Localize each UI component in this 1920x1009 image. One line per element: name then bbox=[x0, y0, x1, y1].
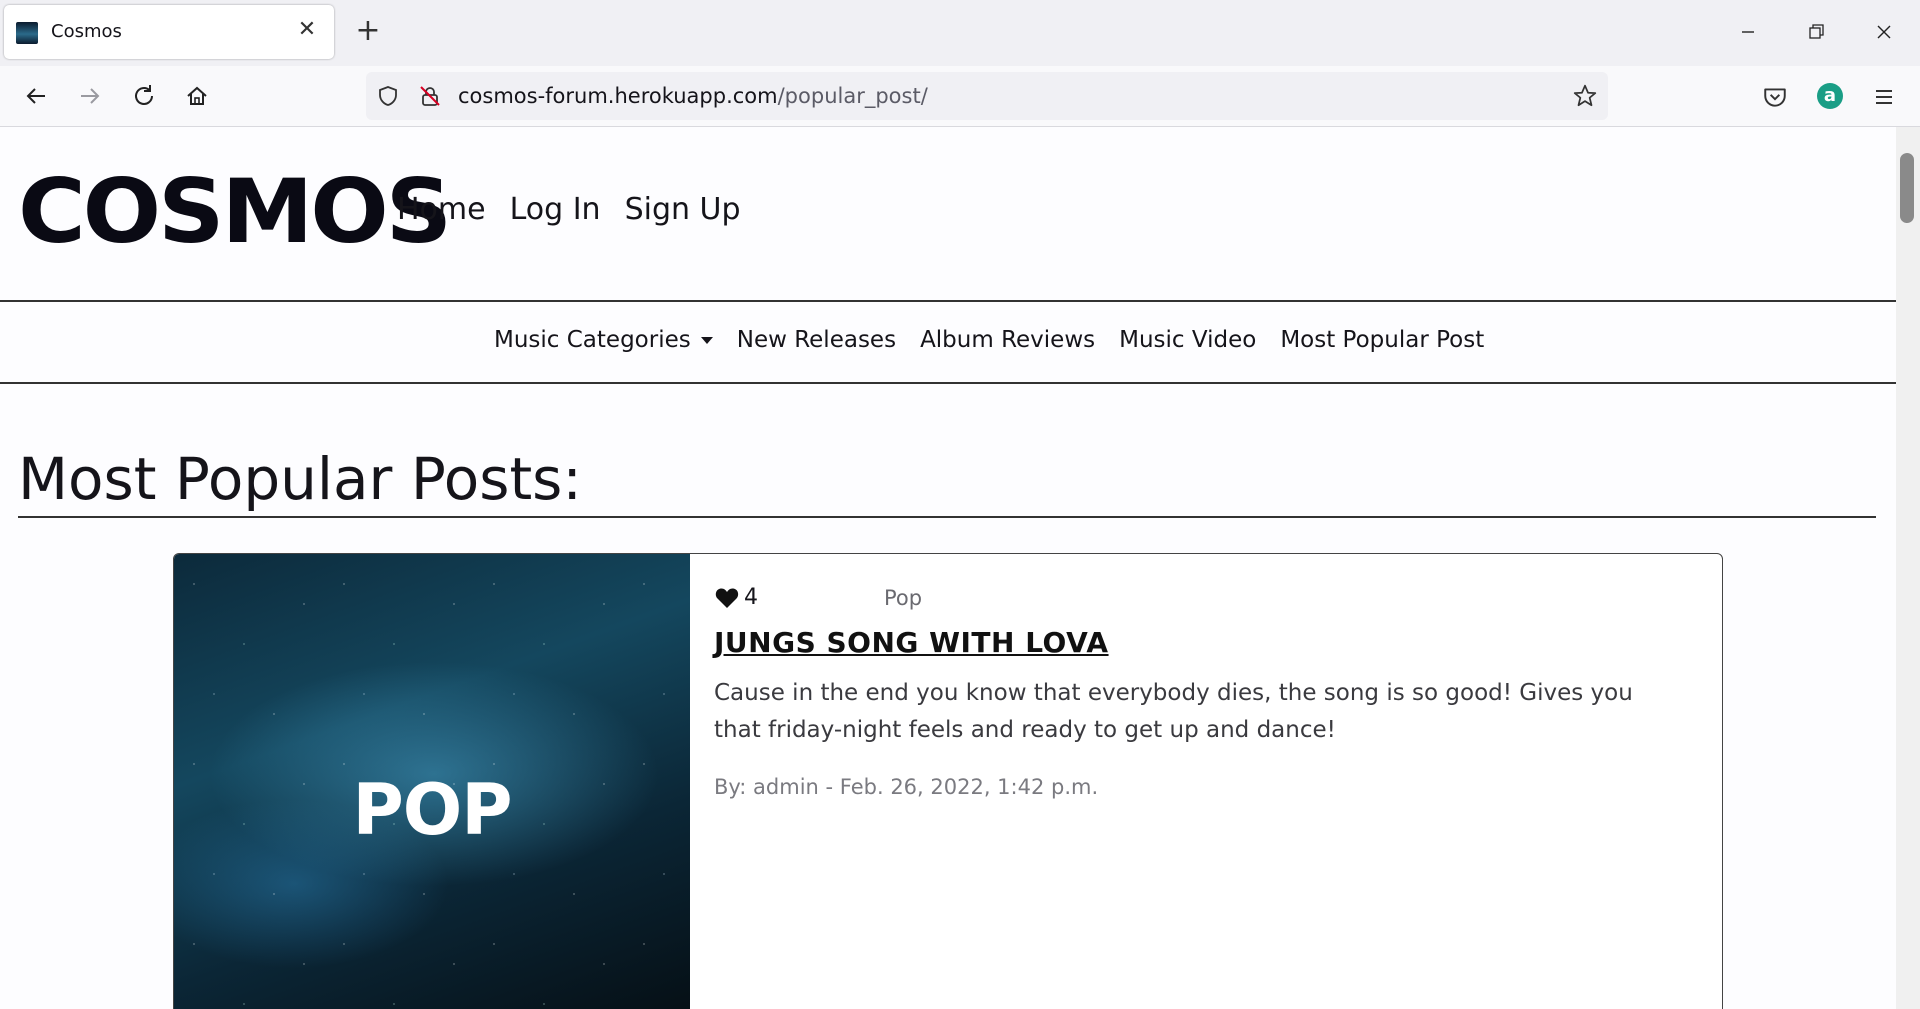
home-icon[interactable] bbox=[177, 76, 217, 116]
minimize-icon[interactable] bbox=[1723, 12, 1773, 52]
post-excerpt: Cause in the end you know that everybody… bbox=[714, 680, 1633, 743]
caret-down-icon bbox=[700, 337, 713, 344]
nav-link-album-reviews[interactable]: Album Reviews bbox=[920, 327, 1095, 353]
main-nav: Home Log In Sign Up bbox=[397, 192, 741, 227]
back-arrow-icon[interactable] bbox=[16, 76, 56, 116]
post-title-link[interactable]: JUNGS SONG WITH LOVA bbox=[714, 626, 1694, 659]
nav-link-most-popular-post[interactable]: Most Popular Post bbox=[1280, 327, 1484, 353]
scrollbar-thumb[interactable] bbox=[1900, 153, 1914, 223]
forward-arrow-icon[interactable] bbox=[70, 76, 110, 116]
pocket-icon[interactable] bbox=[1762, 84, 1788, 110]
post-card-body: 4 Pop JUNGS SONG WITH LOVA Cause in the … bbox=[714, 584, 1694, 799]
tab-title: Cosmos bbox=[51, 21, 122, 42]
post-card: POP 4 Pop JUNGS SONG WITH LOVA Cause in … bbox=[173, 553, 1723, 1009]
url-host: cosmos-forum.herokuapp.com bbox=[458, 84, 778, 108]
nav-link-login[interactable]: Log In bbox=[510, 192, 601, 227]
post-image[interactable]: POP bbox=[174, 554, 690, 1009]
address-bar[interactable]: cosmos-forum.herokuapp.com/popular_post/ bbox=[366, 72, 1608, 120]
tab-favicon-icon bbox=[16, 22, 38, 44]
page-title: Most Popular Posts: bbox=[18, 445, 582, 513]
heart-icon[interactable] bbox=[714, 586, 740, 610]
url-path: /popular_post/ bbox=[777, 84, 928, 108]
title-divider bbox=[18, 516, 1876, 518]
nav-link-signup[interactable]: Sign Up bbox=[625, 192, 741, 227]
reload-icon[interactable] bbox=[124, 76, 164, 116]
tab-strip: Cosmos ✕ + bbox=[0, 0, 1920, 66]
tracking-protection-shield-icon[interactable] bbox=[376, 84, 400, 108]
page-scrollbar[interactable] bbox=[1896, 127, 1920, 1009]
url-text: cosmos-forum.herokuapp.com/popular_post/ bbox=[458, 84, 928, 108]
bookmark-star-icon[interactable] bbox=[1572, 83, 1598, 109]
like-count: 4 bbox=[744, 585, 758, 610]
browser-tab[interactable]: Cosmos ✕ bbox=[4, 5, 334, 59]
browser-toolbar: cosmos-forum.herokuapp.com/popular_post/… bbox=[0, 66, 1920, 127]
nav-link-new-releases[interactable]: New Releases bbox=[737, 327, 896, 353]
hamburger-menu-icon[interactable] bbox=[1872, 85, 1896, 109]
category-nav-bar: Music Categories New Releases Album Revi… bbox=[0, 300, 1896, 384]
nav-link-music-video[interactable]: Music Video bbox=[1119, 327, 1256, 353]
post-image-label: POP bbox=[352, 769, 512, 851]
insecure-lock-icon[interactable] bbox=[418, 84, 442, 108]
account-avatar-icon[interactable]: a bbox=[1817, 83, 1843, 109]
new-tab-icon[interactable]: + bbox=[352, 15, 384, 47]
post-byline: By: admin - Feb. 26, 2022, 1:42 p.m. bbox=[714, 775, 1099, 799]
music-categories-dropdown[interactable]: Music Categories bbox=[494, 327, 713, 353]
restore-icon[interactable] bbox=[1791, 12, 1841, 52]
post-meta: 4 Pop bbox=[714, 584, 1694, 614]
nav-link-home[interactable]: Home bbox=[397, 192, 486, 227]
music-categories-label: Music Categories bbox=[494, 327, 691, 353]
post-category: Pop bbox=[884, 586, 923, 610]
page-viewport: COSMOS Home Log In Sign Up Music Categor… bbox=[0, 127, 1896, 1009]
site-logo[interactable]: COSMOS bbox=[18, 167, 452, 257]
tab-close-icon[interactable]: ✕ bbox=[292, 15, 322, 45]
window-close-icon[interactable] bbox=[1859, 12, 1909, 52]
